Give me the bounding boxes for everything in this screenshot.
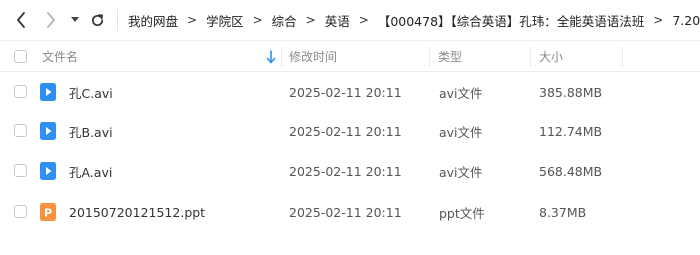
breadcrumb-item-academy[interactable]: 学院区 — [206, 11, 244, 30]
file-row[interactable]: P 20150720121512.ppt 2025-02-11 20:11 pp… — [0, 192, 700, 232]
file-modified: 2025-02-11 20:11 — [289, 84, 402, 100]
video-file-icon — [40, 162, 56, 180]
file-name[interactable]: 孔B.avi — [69, 111, 113, 151]
breadcrumb-item-course[interactable]: 【000478】【综合英语】孔玮：全能英语语法班 — [378, 11, 644, 30]
column-divider[interactable] — [281, 47, 282, 67]
refresh-button[interactable] — [86, 8, 108, 32]
breadcrumb-separator-icon: > — [252, 13, 263, 27]
file-list-header: 文件名 修改时间 类型 大小 — [0, 40, 700, 72]
video-file-icon — [40, 122, 56, 140]
file-type: avi文件 — [439, 124, 483, 140]
file-type: avi文件 — [439, 164, 483, 180]
chevron-right-icon — [47, 12, 55, 28]
file-name[interactable]: 孔C.avi — [69, 72, 113, 112]
toolbar: 我的网盘 > 学院区 > 综合 > 英语 > 【000478】【综合英语】孔玮：… — [0, 0, 700, 40]
file-row[interactable]: 孔A.avi 2025-02-11 20:11 avi文件 568.48MB — [0, 151, 700, 191]
back-button[interactable] — [10, 8, 32, 32]
row-checkbox[interactable] — [14, 205, 27, 218]
breadcrumb-separator-icon: > — [358, 13, 369, 27]
column-header-name[interactable]: 文件名 — [42, 41, 78, 72]
file-size: 112.74MB — [539, 123, 603, 139]
chevron-left-icon — [17, 12, 25, 28]
file-type: ppt文件 — [439, 205, 485, 221]
file-size: 8.37MB — [539, 204, 587, 220]
column-header-type[interactable]: 类型 — [438, 41, 462, 72]
breadcrumb-separator-icon: > — [653, 13, 664, 27]
forward-button[interactable] — [40, 8, 62, 32]
breadcrumb-separator-icon: > — [187, 13, 198, 27]
sort-descending-icon[interactable] — [266, 50, 276, 64]
column-divider[interactable] — [429, 47, 430, 67]
refresh-icon — [91, 13, 103, 26]
svg-text:P: P — [44, 207, 52, 220]
select-all-checkbox[interactable] — [14, 50, 27, 63]
ppt-file-icon: P — [40, 203, 56, 221]
video-file-icon — [40, 83, 56, 101]
row-checkbox[interactable] — [14, 124, 27, 137]
file-row[interactable]: 孔C.avi 2025-02-11 20:11 avi文件 385.88MB — [0, 72, 700, 112]
column-divider[interactable] — [530, 47, 531, 67]
column-header-size[interactable]: 大小 — [539, 41, 563, 72]
file-name[interactable]: 孔A.avi — [69, 151, 112, 191]
file-size: 385.88MB — [539, 84, 603, 100]
toolbar-divider — [117, 9, 118, 31]
file-modified: 2025-02-11 20:11 — [289, 204, 402, 220]
file-modified: 2025-02-11 20:11 — [289, 123, 402, 139]
breadcrumb-item-english[interactable]: 英语 — [325, 11, 350, 30]
file-row[interactable]: 孔B.avi 2025-02-11 20:11 avi文件 112.74MB — [0, 111, 700, 151]
file-type: avi文件 — [439, 85, 483, 101]
row-checkbox[interactable] — [14, 164, 27, 177]
breadcrumb-separator-icon: > — [305, 13, 316, 27]
column-divider[interactable] — [622, 47, 623, 67]
breadcrumb-item-my-drive[interactable]: 我的网盘 — [128, 11, 178, 30]
row-checkbox[interactable] — [14, 85, 27, 98]
file-modified: 2025-02-11 20:11 — [289, 163, 402, 179]
column-header-modified[interactable]: 修改时间 — [289, 41, 337, 72]
history-dropdown-button[interactable] — [68, 8, 82, 32]
breadcrumb-item-general[interactable]: 综合 — [272, 11, 297, 30]
breadcrumb-item-current-folder[interactable]: 7.20 — [672, 13, 700, 28]
caret-down-icon — [71, 17, 79, 22]
file-name[interactable]: 20150720121512.ppt — [69, 192, 205, 232]
file-size: 568.48MB — [539, 163, 603, 179]
breadcrumb: 我的网盘 > 学院区 > 综合 > 英语 > 【000478】【综合英语】孔玮：… — [128, 0, 700, 40]
